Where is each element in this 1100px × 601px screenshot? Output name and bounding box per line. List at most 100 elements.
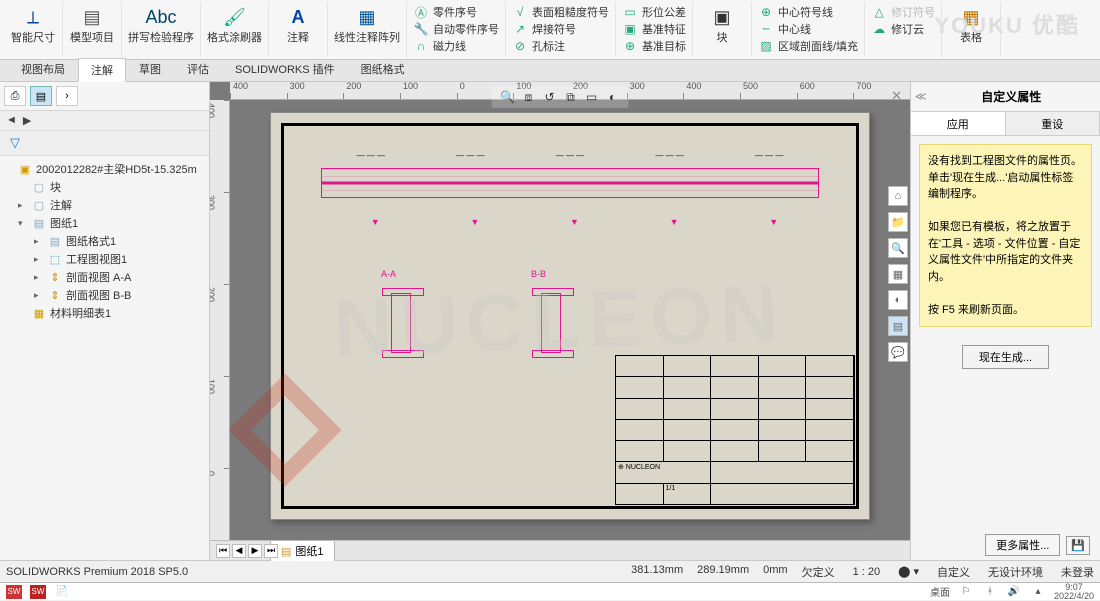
area-hatch-button[interactable]: ▨区域剖面线/填充 <box>758 38 858 54</box>
linear-pattern-button[interactable]: ▦线性注释阵列 <box>334 4 400 44</box>
tab-sheet-format[interactable]: 图纸格式 <box>348 57 418 81</box>
tp-view-palette-icon[interactable]: ▦ <box>888 264 908 284</box>
generate-now-button[interactable]: 现在生成... <box>962 345 1049 369</box>
revision-cloud-button[interactable]: ☁修订云 <box>871 21 935 37</box>
prev-view-icon[interactable]: ↺ <box>542 89 558 105</box>
tab-evaluate[interactable]: 评估 <box>174 57 222 81</box>
weld-symbol-button[interactable]: ↗焊接符号 <box>512 21 609 37</box>
zoom-area-icon[interactable]: ⧈ <box>521 89 537 105</box>
drawing-sheet[interactable]: — — —— — —— — —— — —— — — ▼ ▼ ▼ ▼ ▼ A-A … <box>270 112 870 520</box>
main-elevation-view[interactable]: — — —— — —— — —— — —— — — ▼ ▼ ▼ ▼ ▼ <box>321 143 819 223</box>
tree-sheet-format[interactable]: ▸▤图纸格式1 <box>2 232 207 250</box>
panel-title: 自定义属性 <box>927 84 1096 109</box>
app-misc-icon[interactable]: 📄 <box>54 585 70 599</box>
sheet-first-icon[interactable]: ⏮ <box>216 544 230 558</box>
task-pane-tabs: ⌂ 📁 🔍 ▦ ◐ ▤ 💬 <box>886 182 910 366</box>
tp-design-lib-icon[interactable]: 📁 <box>888 212 908 232</box>
tp-custom-props-icon[interactable]: ▤ <box>888 316 908 336</box>
datum-target-button[interactable]: ⊕基准目标 <box>622 38 686 54</box>
sheet-scale[interactable]: 1 : 20 <box>853 566 881 578</box>
tray-more-icon[interactable]: ▴ <box>1030 585 1046 599</box>
design-env: 无设计环境 <box>988 564 1043 580</box>
center-mark-button[interactable]: ⊕中心符号线 <box>758 4 858 20</box>
nav-fwd-icon[interactable]: ▶ <box>23 114 31 127</box>
apply-tab[interactable]: 应用 <box>911 112 1006 135</box>
status-bar: SOLIDWORKS Premium 2018 SP5.0 381.13mm 2… <box>0 560 1100 582</box>
system-clock[interactable]: 9:07 2022/4/20 <box>1054 583 1094 601</box>
section-view-a[interactable]: A-A <box>361 283 441 363</box>
zoom-fit-icon[interactable]: 🔍 <box>500 89 516 105</box>
centerline-button[interactable]: ╌中心线 <box>758 21 858 37</box>
section-icon[interactable]: ⧉ <box>563 89 579 105</box>
tab-addins[interactable]: SOLIDWORKS 插件 <box>222 57 348 81</box>
tp-forum-icon[interactable]: 💬 <box>888 342 908 362</box>
show-desktop[interactable]: 桌面 <box>930 584 950 599</box>
sheet-last-icon[interactable]: ⏭ <box>264 544 278 558</box>
vertical-ruler: 4003002001000 <box>210 100 230 560</box>
fm-tab-1[interactable]: ⎙ <box>4 86 26 106</box>
app-sw2-icon[interactable]: SW <box>30 585 46 599</box>
datum-feature-button[interactable]: ▣基准特征 <box>622 21 686 37</box>
cursor-z: 0mm <box>763 564 787 580</box>
status-icons[interactable]: ⬤ ▾ <box>898 565 919 578</box>
feature-tree: ▣2002012282#主梁HD5t-15.325m ▢块 ▸▢注解 ▾▤图纸1… <box>0 156 209 560</box>
tree-sheet1[interactable]: ▾▤图纸1 <box>2 214 207 232</box>
more-properties-button[interactable]: 更多属性... <box>985 534 1060 556</box>
sheet-next-icon[interactable]: ▶ <box>248 544 262 558</box>
unit-system[interactable]: 自定义 <box>937 564 970 580</box>
sheet-tab-bar: ⏮ ◀ ▶ ⏭ ▤图纸1 <box>210 540 910 560</box>
balloon-button[interactable]: Ⓐ零件序号 <box>413 4 499 20</box>
heads-up-toolbar: 🔍 ⧈ ↺ ⧉ ▭ ◐ <box>492 86 629 108</box>
magnetic-line-button[interactable]: ∩磁力线 <box>413 38 499 54</box>
geometric-tol-button[interactable]: ▭形位公差 <box>622 4 686 20</box>
props-save-icon[interactable]: 💾 <box>1066 536 1090 555</box>
surface-finish-button[interactable]: √表面粗糙度符号 <box>512 4 609 20</box>
tree-bom[interactable]: ▦材料明细表1 <box>2 304 207 322</box>
annotation-button[interactable]: A注释 <box>275 4 321 44</box>
filter-icon[interactable]: ▽ <box>6 134 24 152</box>
tray-bt-icon[interactable]: ᚼ <box>982 585 998 599</box>
login-status[interactable]: 未登录 <box>1061 564 1094 580</box>
fm-tab-2[interactable]: ▤ <box>30 86 52 106</box>
tray-sound-icon[interactable]: 🔊 <box>1006 585 1022 599</box>
cursor-y: 289.19mm <box>697 564 749 580</box>
fm-tab-more[interactable]: › <box>56 86 78 106</box>
sheet-prev-icon[interactable]: ◀ <box>232 544 246 558</box>
panel-collapse-icon[interactable]: ≪ <box>915 90 927 103</box>
block-button[interactable]: ▣块 <box>699 4 745 44</box>
tray-flag-icon[interactable]: ⚐ <box>958 585 974 599</box>
auto-balloon-button[interactable]: 🔧自动零件序号 <box>413 21 499 37</box>
app-sw-icon[interactable]: SW <box>6 585 22 599</box>
title-block[interactable]: ⊕ NUCLEON 1/1 <box>615 355 855 505</box>
section-view-b[interactable]: B-B <box>511 283 591 363</box>
display-style-icon[interactable]: ▭ <box>584 89 600 105</box>
close-document-icon[interactable]: ✕ <box>891 88 902 104</box>
tp-appearances-icon[interactable]: ◐ <box>888 290 908 310</box>
hide-show-icon[interactable]: ◐ <box>605 89 621 105</box>
command-tabstrip: 视图布局 注解 草图 评估 SOLIDWORKS 插件 图纸格式 <box>0 60 1100 82</box>
tree-root[interactable]: ▣2002012282#主梁HD5t-15.325m <box>2 160 207 178</box>
reset-tab[interactable]: 重设 <box>1006 112 1100 135</box>
tab-annotation[interactable]: 注解 <box>78 58 126 82</box>
revision-symbol-button[interactable]: △修订符号 <box>871 4 935 20</box>
tp-file-explorer-icon[interactable]: 🔍 <box>888 238 908 258</box>
tree-annotations[interactable]: ▸▢注解 <box>2 196 207 214</box>
sheet-tab-1[interactable]: ▤图纸1 <box>270 540 335 561</box>
tab-sketch[interactable]: 草图 <box>126 57 174 81</box>
windows-taskbar: SW SW 📄 桌面 ⚐ ᚼ 🔊 ▴ 9:07 2022/4/20 <box>0 582 1100 600</box>
tree-section-a[interactable]: ▸⇕剖面视图 A-A <box>2 268 207 286</box>
cursor-x: 381.13mm <box>631 564 683 580</box>
video-source-watermark: YOUKU 优酷 <box>934 8 1080 40</box>
model-items-button[interactable]: ▤模型项目 <box>69 4 115 44</box>
tree-section-b[interactable]: ▸⇕剖面视图 B-B <box>2 286 207 304</box>
nav-back-icon[interactable]: ◄ <box>6 114 17 127</box>
tree-drawing-view1[interactable]: ▸⬚工程图视图1 <box>2 250 207 268</box>
spell-check-button[interactable]: Abc拼写检验程序 <box>128 4 194 44</box>
tab-view-layout[interactable]: 视图布局 <box>8 57 78 81</box>
tp-home-icon[interactable]: ⌂ <box>888 186 908 206</box>
smart-dimension-button[interactable]: ⟂智能尺寸 <box>10 4 56 44</box>
format-painter-button[interactable]: 🖌格式涂刷器 <box>207 4 262 44</box>
tree-blocks[interactable]: ▢块 <box>2 178 207 196</box>
graphics-canvas[interactable]: 🔍 ⧈ ↺ ⧉ ▭ ◐ ✕ 40030020010001002003004005… <box>210 82 910 560</box>
hole-callout-button[interactable]: ⊘孔标注 <box>512 38 609 54</box>
